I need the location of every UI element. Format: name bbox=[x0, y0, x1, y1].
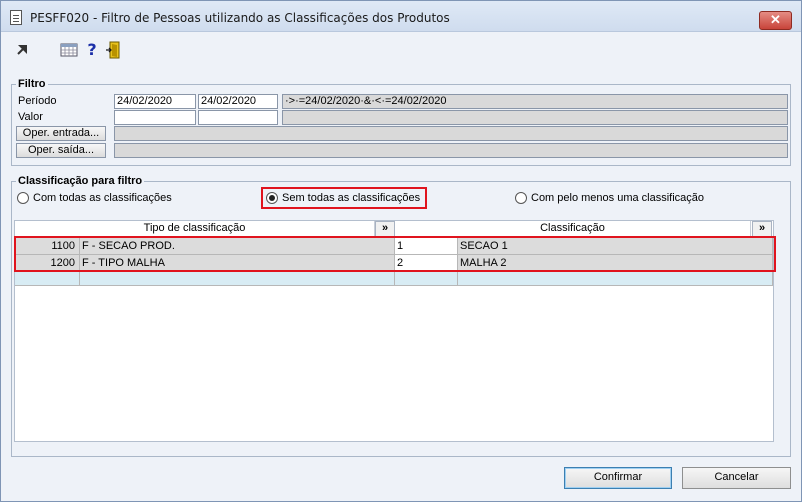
exit-door-icon[interactable] bbox=[105, 41, 123, 59]
new-row-cell[interactable] bbox=[458, 272, 773, 286]
valor-label: Valor bbox=[18, 111, 43, 123]
radio-com-todas[interactable]: Com todas as classificações bbox=[17, 190, 172, 206]
new-row-cell[interactable] bbox=[15, 272, 80, 286]
oper-entrada-field bbox=[114, 126, 788, 141]
valor-from-input[interactable] bbox=[114, 110, 196, 125]
radio-pelo-menos-uma[interactable]: Com pelo menos uma classificação bbox=[515, 190, 704, 206]
periodo-label: Período bbox=[18, 95, 57, 107]
radio-com-todas-label: Com todas as classificações bbox=[33, 192, 172, 204]
document-icon bbox=[10, 10, 22, 25]
periodo-to-input[interactable]: 24/02/2020 bbox=[198, 94, 278, 109]
toolbar: ? bbox=[1, 33, 801, 67]
valor-expression bbox=[282, 110, 788, 125]
classificacao-legend: Classificação para filtro bbox=[18, 175, 143, 187]
radio-dot bbox=[17, 192, 29, 204]
radio-dot-checked bbox=[266, 192, 278, 204]
arrow-icon[interactable] bbox=[14, 41, 32, 59]
radio-pelo-menos-uma-label: Com pelo menos uma classificação bbox=[531, 192, 705, 204]
title-bar: PESFF020 - Filtro de Pessoas utilizando … bbox=[1, 1, 801, 32]
filtro-legend: Filtro bbox=[18, 78, 46, 90]
oper-entrada-button[interactable]: Oper. entrada... bbox=[16, 126, 106, 141]
periodo-from-input[interactable]: 24/02/2020 bbox=[114, 94, 196, 109]
radio-sem-todas-label: Sem todas as classificações bbox=[282, 192, 421, 204]
help-icon[interactable]: ? bbox=[83, 41, 101, 59]
rows-highlight-box bbox=[14, 236, 776, 272]
oper-saida-field bbox=[114, 143, 788, 158]
header-classificacao[interactable]: Classificação bbox=[395, 221, 751, 237]
periodo-expression: ·>·=24/02/2020·&·<·=24/02/2020 bbox=[282, 94, 788, 109]
confirmar-button[interactable]: Confirmar bbox=[564, 467, 672, 489]
window-title: PESFF020 - Filtro de Pessoas utilizando … bbox=[30, 11, 450, 25]
radio-sem-todas[interactable]: Sem todas as classificações bbox=[266, 190, 420, 206]
expand-tipo-button[interactable]: » bbox=[375, 221, 395, 237]
radio-dot bbox=[515, 192, 527, 204]
new-row[interactable] bbox=[15, 272, 773, 286]
new-row-cell[interactable] bbox=[395, 272, 458, 286]
dialog-window: PESFF020 - Filtro de Pessoas utilizando … bbox=[0, 0, 802, 502]
oper-saida-button[interactable]: Oper. saída... bbox=[16, 143, 106, 158]
new-row-cell[interactable] bbox=[80, 272, 395, 286]
valor-to-input[interactable] bbox=[198, 110, 278, 125]
close-button[interactable]: ✕ bbox=[759, 11, 792, 30]
expand-classificacao-button[interactable]: » bbox=[752, 221, 772, 237]
header-tipo-classificacao[interactable]: Tipo de classificação bbox=[15, 221, 375, 237]
calculator-icon[interactable] bbox=[60, 41, 78, 59]
cancelar-button[interactable]: Cancelar bbox=[682, 467, 791, 489]
